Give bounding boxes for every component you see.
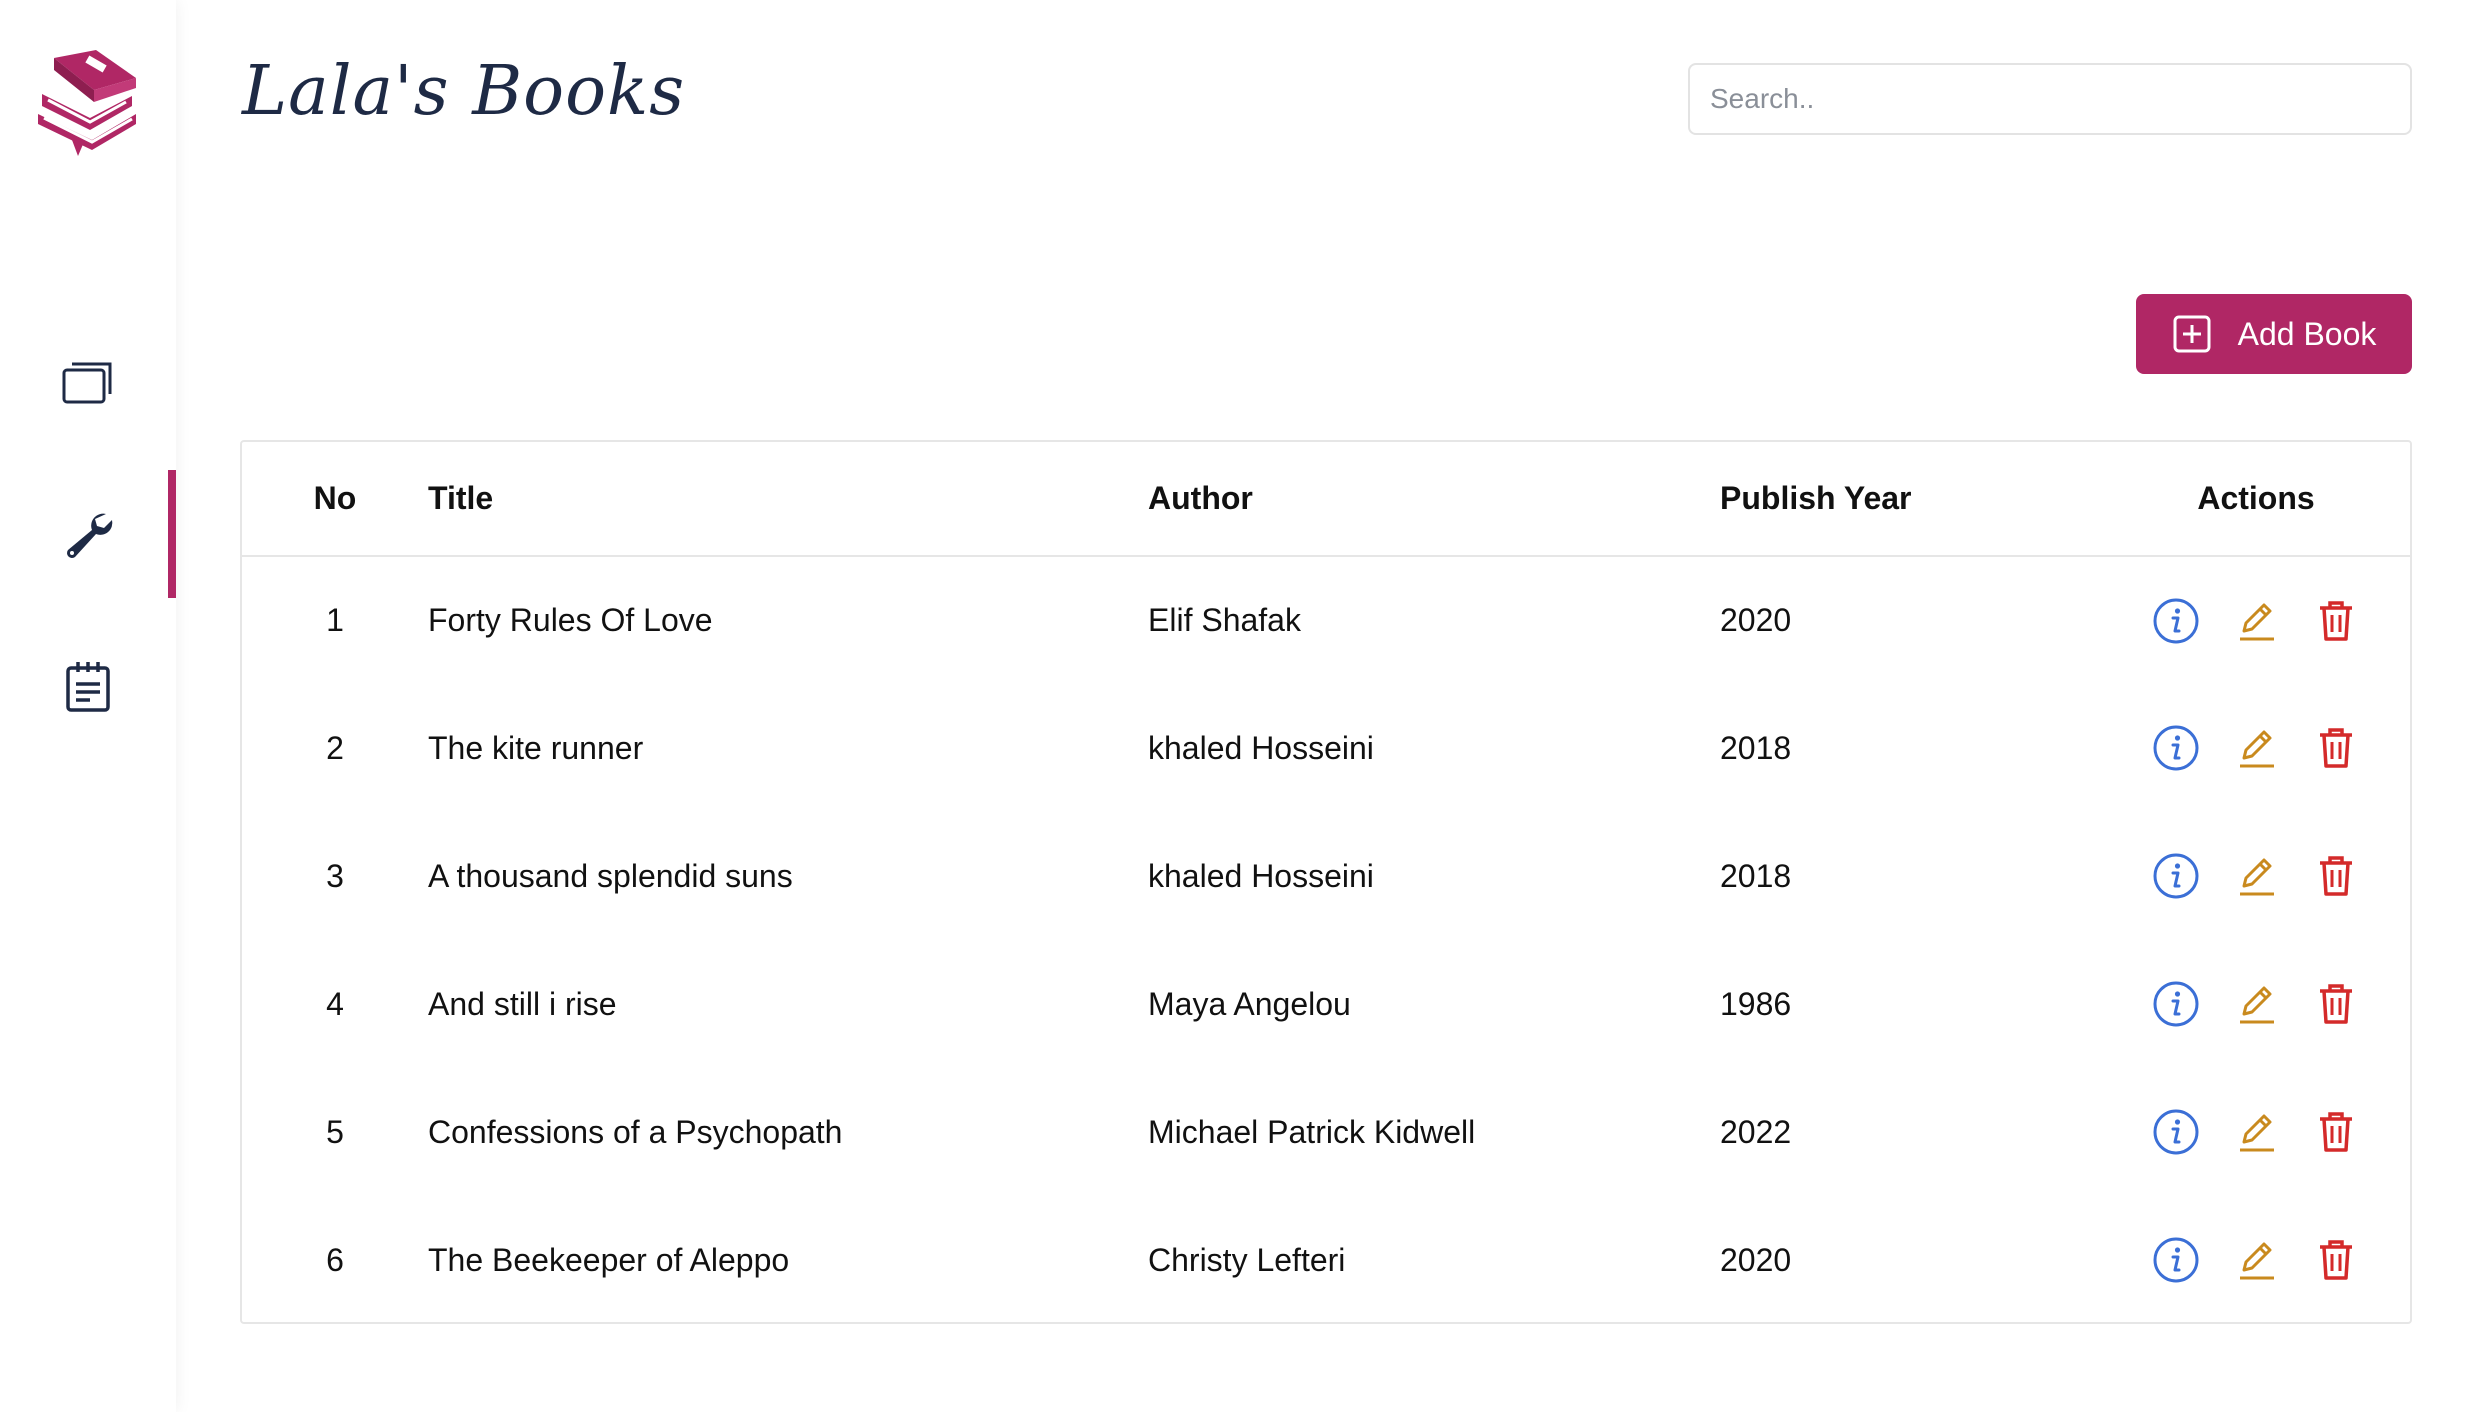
info-button[interactable] xyxy=(2152,1236,2200,1284)
page-title: Lala's Books xyxy=(242,52,686,131)
cell-author: Michael Patrick Kidwell xyxy=(1148,1113,1476,1150)
cell-no: 6 xyxy=(326,1241,344,1278)
header-title: Title xyxy=(428,480,494,516)
plus-square-icon xyxy=(2173,315,2211,353)
cell-title: The kite runner xyxy=(428,729,644,766)
books-table: No Title Author Publish Year Actions 1 F… xyxy=(240,440,2412,1324)
info-button[interactable] xyxy=(2152,980,2200,1028)
trash-icon xyxy=(2320,984,2352,1024)
sidebar-item-collections[interactable] xyxy=(0,318,176,446)
books-logo-icon[interactable] xyxy=(32,44,142,156)
header-publish-year: Publish Year xyxy=(1720,480,1912,516)
cell-title: Forty Rules Of Love xyxy=(428,602,713,638)
table-row: 2 The kite runner khaled Hosseini 2018 xyxy=(242,684,2410,812)
trash-icon xyxy=(2320,1112,2352,1152)
cell-author: khaled Hosseini xyxy=(1148,857,1374,894)
pencil-icon xyxy=(2240,1242,2274,1280)
edit-button[interactable] xyxy=(2232,597,2280,645)
header-author: Author xyxy=(1148,480,1253,516)
clipboard-icon xyxy=(66,662,110,712)
edit-button[interactable] xyxy=(2232,1236,2280,1284)
sidebar xyxy=(0,0,176,1412)
info-button[interactable] xyxy=(2152,1108,2200,1156)
info-icon xyxy=(2153,598,2199,643)
cell-no: 5 xyxy=(326,1113,344,1150)
pencil-icon xyxy=(2240,858,2274,896)
sidebar-item-settings[interactable] xyxy=(0,470,176,598)
cell-author: Maya Angelou xyxy=(1148,985,1351,1022)
cell-year: 1986 xyxy=(1720,985,1792,1022)
table-row: 6 The Beekeeper of Aleppo Christy Lefter… xyxy=(242,1196,2410,1324)
trash-icon xyxy=(2320,1240,2352,1280)
info-icon xyxy=(2153,725,2199,771)
info-icon xyxy=(2153,853,2199,899)
add-book-label: Add Book xyxy=(2237,315,2377,352)
cell-author: Elif Shafak xyxy=(1148,602,1301,638)
search-input[interactable] xyxy=(1688,63,2412,135)
edit-button[interactable] xyxy=(2232,724,2280,772)
info-button[interactable] xyxy=(2152,724,2200,772)
cell-year: 2020 xyxy=(1720,602,1792,638)
cell-actions xyxy=(2124,1196,2410,1324)
delete-button[interactable] xyxy=(2312,1108,2360,1156)
edit-button[interactable] xyxy=(2232,980,2280,1028)
add-book-button[interactable]: Add Book xyxy=(2136,294,2412,374)
info-button[interactable] xyxy=(2152,852,2200,900)
table-row: 4 And still i rise Maya Angelou 1986 xyxy=(242,940,2410,1068)
cell-author: Christy Lefteri xyxy=(1148,1241,1346,1278)
sidebar-item-notes[interactable] xyxy=(0,622,176,750)
edit-button[interactable] xyxy=(2232,852,2280,900)
info-icon xyxy=(2153,1237,2199,1283)
trash-icon xyxy=(2320,728,2352,768)
header-actions: Actions xyxy=(2197,480,2315,516)
cards-icon xyxy=(62,362,112,404)
delete-button[interactable] xyxy=(2312,724,2360,772)
cell-no: 1 xyxy=(326,602,344,638)
pencil-icon xyxy=(2240,603,2274,640)
info-button[interactable] xyxy=(2152,597,2200,645)
trash-icon xyxy=(2320,600,2352,641)
wrench-icon xyxy=(67,513,113,558)
pencil-icon xyxy=(2240,986,2274,1024)
cell-no: 3 xyxy=(326,857,344,894)
cell-title: Confessions of a Psychopath xyxy=(428,1113,843,1150)
table-row: 1 Forty Rules Of Love Elif Shafak 2020 xyxy=(242,556,2410,684)
cell-actions xyxy=(2124,812,2410,940)
cell-title: And still i rise xyxy=(428,985,617,1022)
cell-no: 4 xyxy=(326,985,344,1022)
cell-year: 2018 xyxy=(1720,729,1792,766)
info-icon xyxy=(2153,1109,2199,1155)
cell-actions xyxy=(2124,684,2410,812)
info-icon xyxy=(2153,981,2199,1027)
table-header-row: No Title Author Publish Year Actions xyxy=(242,442,2410,556)
active-indicator xyxy=(168,470,176,598)
trash-icon xyxy=(2320,856,2352,896)
pencil-icon xyxy=(2240,730,2274,768)
table-row: 3 A thousand splendid suns khaled Hossei… xyxy=(242,812,2410,940)
cell-title: The Beekeeper of Aleppo xyxy=(428,1241,790,1278)
table-row: 5 Confessions of a Psychopath Michael Pa… xyxy=(242,1068,2410,1196)
edit-button[interactable] xyxy=(2232,1108,2280,1156)
cell-no: 2 xyxy=(326,729,344,766)
cell-year: 2022 xyxy=(1720,1113,1792,1150)
cell-actions xyxy=(2124,1068,2410,1196)
pencil-icon xyxy=(2240,1114,2274,1152)
cell-actions xyxy=(2124,556,2410,684)
header-no: No xyxy=(313,480,357,516)
cell-year: 2020 xyxy=(1720,1241,1792,1278)
delete-button[interactable] xyxy=(2312,980,2360,1028)
delete-button[interactable] xyxy=(2312,852,2360,900)
cell-author: khaled Hosseini xyxy=(1148,729,1374,766)
cell-actions xyxy=(2124,940,2410,1068)
delete-button[interactable] xyxy=(2312,597,2360,645)
delete-button[interactable] xyxy=(2312,1236,2360,1284)
cell-year: 2018 xyxy=(1720,857,1792,894)
cell-title: A thousand splendid suns xyxy=(428,857,793,894)
